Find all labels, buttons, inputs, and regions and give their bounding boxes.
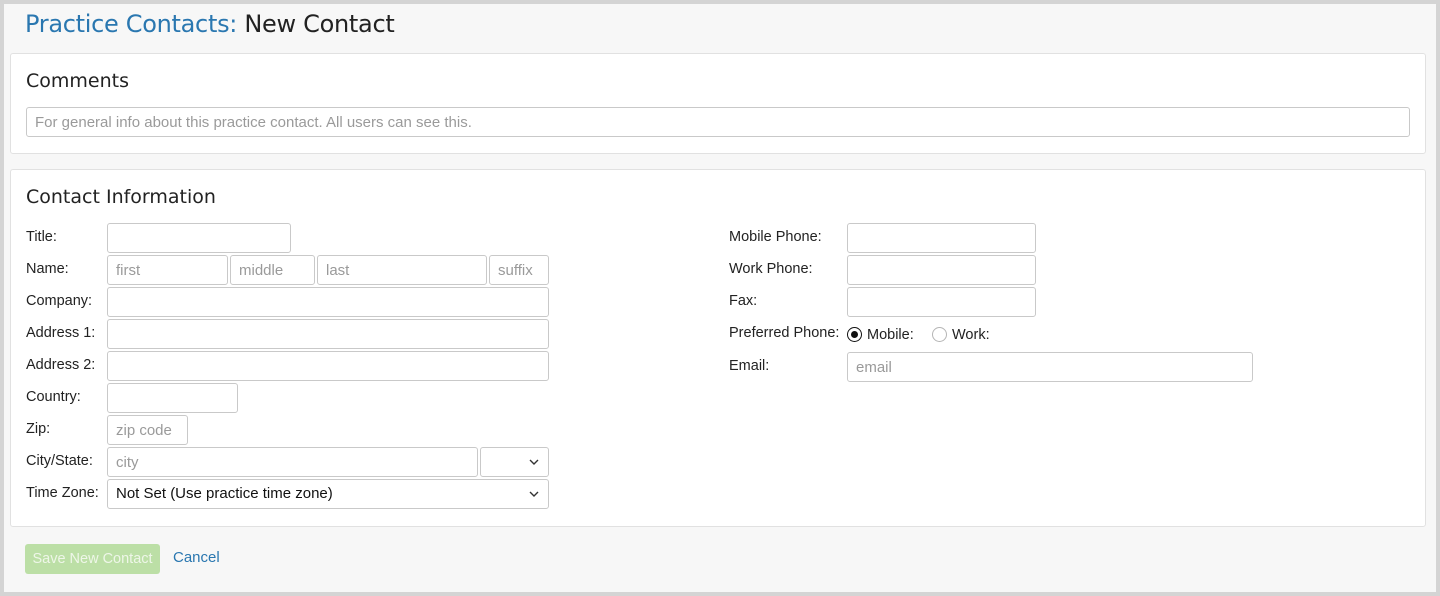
address1-input[interactable] [107, 319, 549, 349]
company-label: Company: [26, 293, 93, 309]
fax-input[interactable] [847, 287, 1036, 317]
page-frame: Practice Contacts: New Contact Comments … [4, 4, 1436, 592]
save-new-contact-button[interactable]: Save New Contact [25, 544, 160, 574]
work-phone-label: Work Phone: [729, 261, 813, 277]
work-phone-input[interactable] [847, 255, 1036, 285]
middle-name-input[interactable] [230, 255, 315, 285]
email-label: Email: [729, 358, 770, 374]
country-label: Country: [26, 389, 81, 405]
contact-information-heading: Contact Information [26, 186, 216, 208]
time-zone-value: Not Set (Use practice time zone) [116, 485, 333, 502]
address2-label: Address 2: [26, 357, 96, 373]
breadcrumb-practice-contacts[interactable]: Practice Contacts: [25, 10, 237, 38]
comments-input[interactable] [26, 107, 1410, 137]
suffix-input[interactable] [489, 255, 549, 285]
last-name-input[interactable] [317, 255, 487, 285]
city-state-label: City/State: [26, 453, 93, 469]
page-title: Practice Contacts: New Contact [25, 9, 395, 39]
preferred-phone-label: Preferred Phone: [729, 325, 840, 341]
fax-label: Fax: [729, 293, 758, 309]
chevron-down-icon [529, 491, 539, 497]
state-select[interactable] [480, 447, 549, 477]
zip-label: Zip: [26, 421, 51, 437]
company-input[interactable] [107, 287, 549, 317]
preferred-phone-work-radio[interactable] [932, 327, 947, 342]
time-zone-select[interactable]: Not Set (Use practice time zone) [107, 479, 549, 509]
country-input[interactable] [107, 383, 238, 413]
time-zone-label: Time Zone: [26, 485, 99, 501]
name-label: Name: [26, 261, 69, 277]
chevron-down-icon [529, 459, 539, 465]
first-name-input[interactable] [107, 255, 228, 285]
comments-heading: Comments [26, 70, 129, 92]
preferred-phone-mobile-radio[interactable] [847, 327, 862, 342]
address2-input[interactable] [107, 351, 549, 381]
city-input[interactable] [107, 447, 478, 477]
address1-label: Address 1: [26, 325, 96, 341]
preferred-phone-mobile-label: Mobile: [867, 327, 914, 343]
mobile-phone-input[interactable] [847, 223, 1036, 253]
mobile-phone-label: Mobile Phone: [729, 229, 822, 245]
page-title-current: New Contact [244, 10, 395, 38]
title-input[interactable] [107, 223, 291, 253]
zip-input[interactable] [107, 415, 188, 445]
comments-panel: Comments [10, 53, 1426, 154]
contact-information-panel: Contact Information Title: Name: Company… [10, 169, 1426, 527]
cancel-link[interactable]: Cancel [173, 549, 220, 566]
preferred-phone-work-label: Work: [952, 327, 990, 343]
email-input[interactable] [847, 352, 1253, 382]
title-label: Title: [26, 229, 57, 245]
